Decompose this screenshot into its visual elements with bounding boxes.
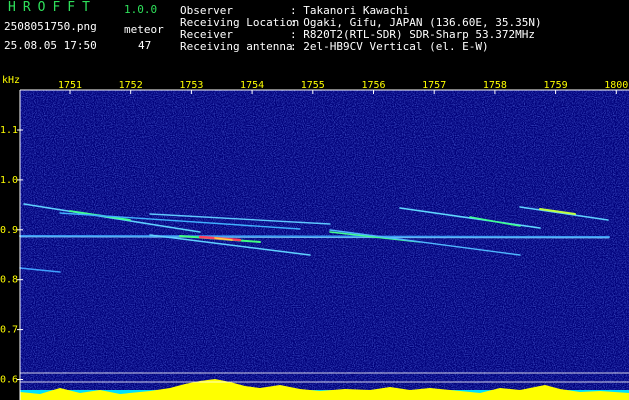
freq-tick-label: 1.0 <box>0 175 18 186</box>
meteor-count-label: meteor <box>124 23 164 36</box>
timestamp-label: 25.08.05 17:50 <box>4 39 97 52</box>
app-version: 1.0.0 <box>124 3 158 16</box>
antenna-label: Receiving antenna <box>180 40 293 53</box>
time-tick-label: 1756 <box>361 80 385 91</box>
antenna-value: : 2el-HB9CV Vertical (el. E-W) <box>290 40 489 53</box>
time-tick-label: 1757 <box>422 80 446 91</box>
meteor-count-value: 47 <box>138 39 152 52</box>
time-tick-label: 1754 <box>240 80 264 91</box>
noise-layer <box>20 90 629 400</box>
freq-tick-label: 0.7 <box>0 325 18 336</box>
axis-unit-label: kHz <box>2 75 20 86</box>
app-title: HROFFT <box>8 0 97 15</box>
spectrogram: kHz 1751 1752 1753 1754 1755 1756 1757 1758 1759 1… <box>0 72 629 400</box>
time-tick-label: 1759 <box>544 80 568 91</box>
time-tick-label: 1758 <box>483 80 507 91</box>
header-panel: HROFFT 1.0.0 2508051750.png 25.08.05 17:… <box>0 0 629 72</box>
freq-tick-label: 1.1 <box>0 125 18 136</box>
time-tick-label: 1800 <box>604 80 628 91</box>
filename-label: 2508051750.png <box>4 20 97 33</box>
time-tick-label: 1755 <box>301 80 325 91</box>
time-tick-label: 1753 <box>179 80 203 91</box>
freq-tick-label: 0.6 <box>0 375 18 386</box>
time-tick-label: 1752 <box>119 80 143 91</box>
time-tick-label: 1751 <box>58 80 82 91</box>
freq-tick-label: 0.9 <box>0 225 18 236</box>
freq-tick-label: 0.8 <box>0 275 18 286</box>
